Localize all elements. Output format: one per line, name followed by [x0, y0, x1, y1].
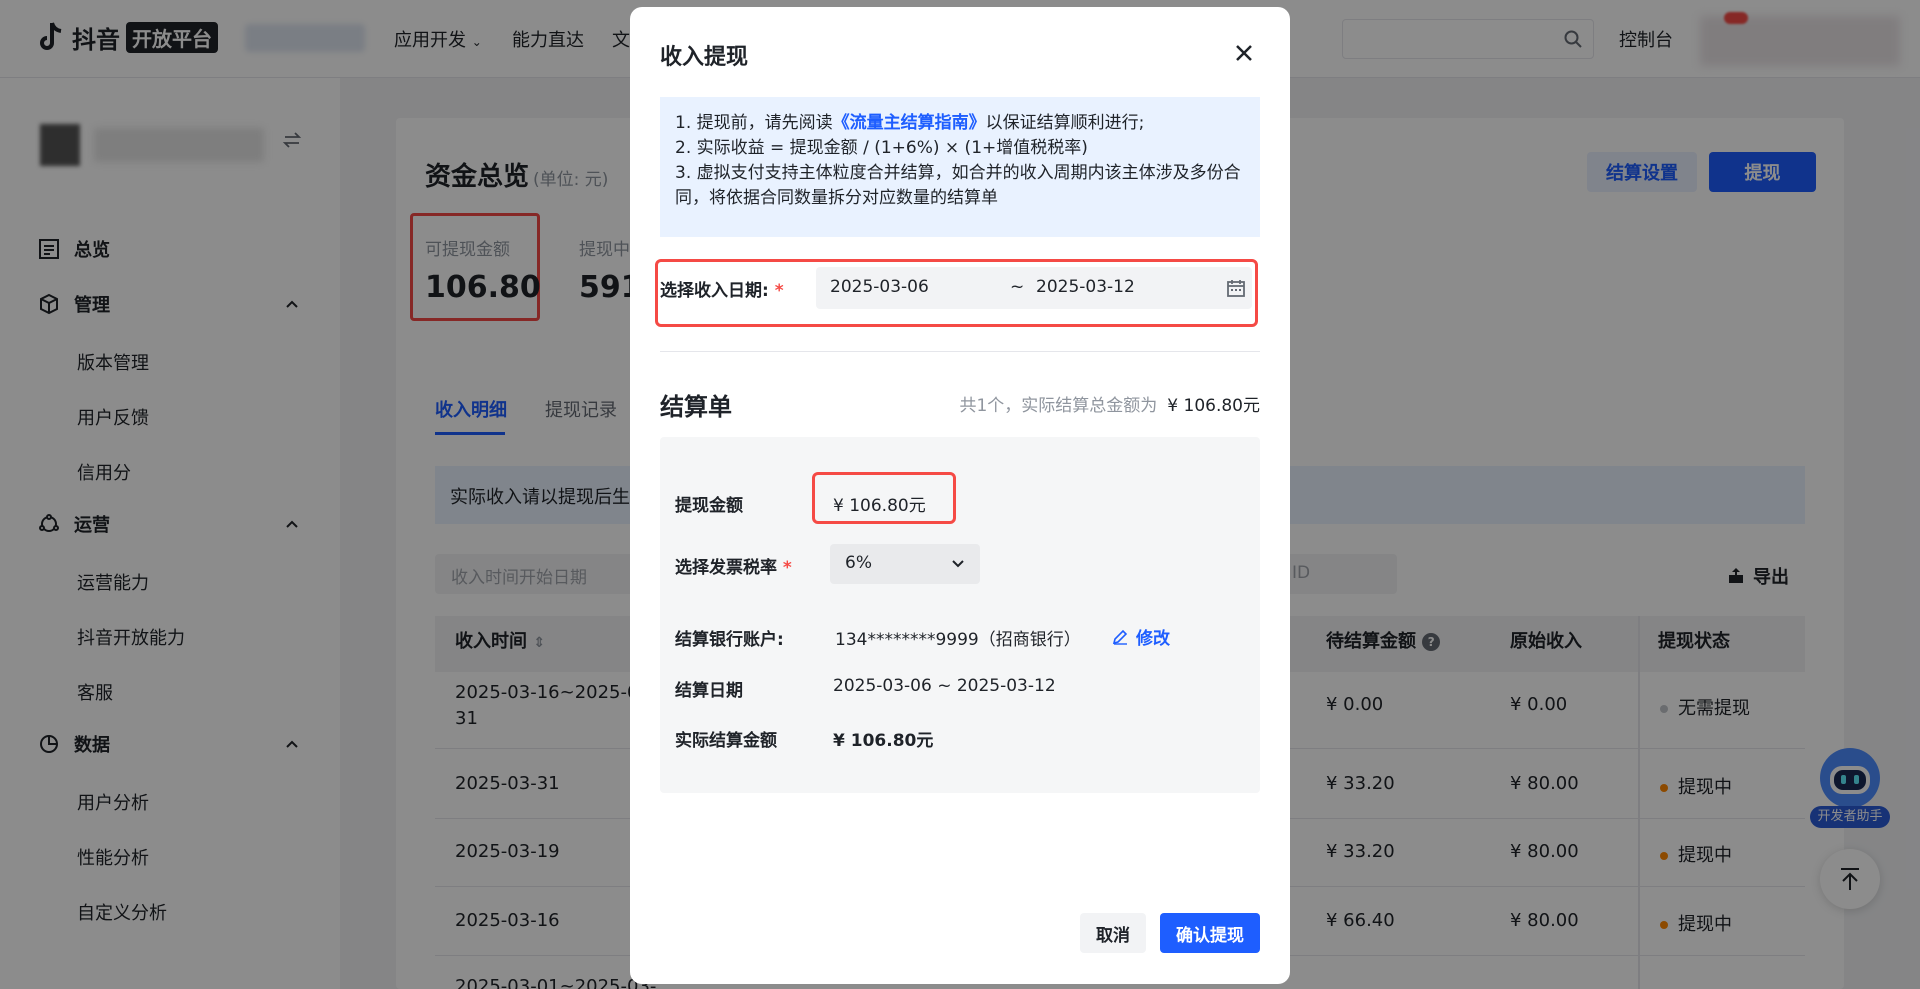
date-end-value[interactable]: 2025-03-12 — [1036, 277, 1135, 297]
divider — [660, 351, 1260, 352]
settle-date-label: 结算日期 — [675, 681, 743, 701]
date-separator: ~ — [1010, 277, 1025, 297]
amount-value: ¥ 106.80元 — [833, 496, 926, 516]
cancel-button[interactable]: 取消 — [1080, 913, 1146, 953]
modal-title: 收入提现 — [660, 45, 749, 70]
tax-rate-value[interactable]: 6% — [845, 553, 872, 573]
settlement-summary: 共1个，实际结算总金额为 ¥ 106.80元 — [959, 396, 1260, 416]
calendar-icon[interactable] — [1226, 278, 1246, 298]
amount-label: 提现金额 — [675, 496, 743, 516]
bank-account-value: 134********9999（招商银行） — [835, 630, 1081, 650]
tax-rate-label: 选择发票税率 * — [675, 558, 792, 578]
chevron-down-icon[interactable] — [950, 556, 966, 572]
date-label: 选择收入日期: * — [660, 281, 784, 301]
withdraw-notice: 1. 提现前，请先阅读《流量主结算指南》以保证结算顺利进行; 2. 实际收益 =… — [660, 97, 1260, 237]
section-title: 结算单 — [660, 393, 732, 421]
settlement-guide-link[interactable]: 《流量主结算指南》 — [833, 113, 986, 133]
close-icon[interactable] — [1232, 41, 1256, 65]
edit-icon — [1112, 629, 1128, 645]
bank-account-label: 结算银行账户: — [675, 630, 784, 650]
actual-amount-label: 实际结算金额 — [675, 731, 777, 751]
edit-label: 修改 — [1136, 629, 1170, 649]
withdraw-modal: 收入提现 1. 提现前，请先阅读《流量主结算指南》以保证结算顺利进行; 2. 实… — [630, 7, 1290, 984]
edit-bank-button[interactable]: 修改 — [1112, 624, 1170, 649]
confirm-withdraw-button[interactable]: 确认提现 — [1160, 913, 1260, 953]
actual-amount-value: ¥ 106.80元 — [833, 731, 934, 751]
date-start-value[interactable]: 2025-03-06 — [830, 277, 929, 297]
settle-date-value: 2025-03-06 ~ 2025-03-12 — [833, 676, 1056, 696]
